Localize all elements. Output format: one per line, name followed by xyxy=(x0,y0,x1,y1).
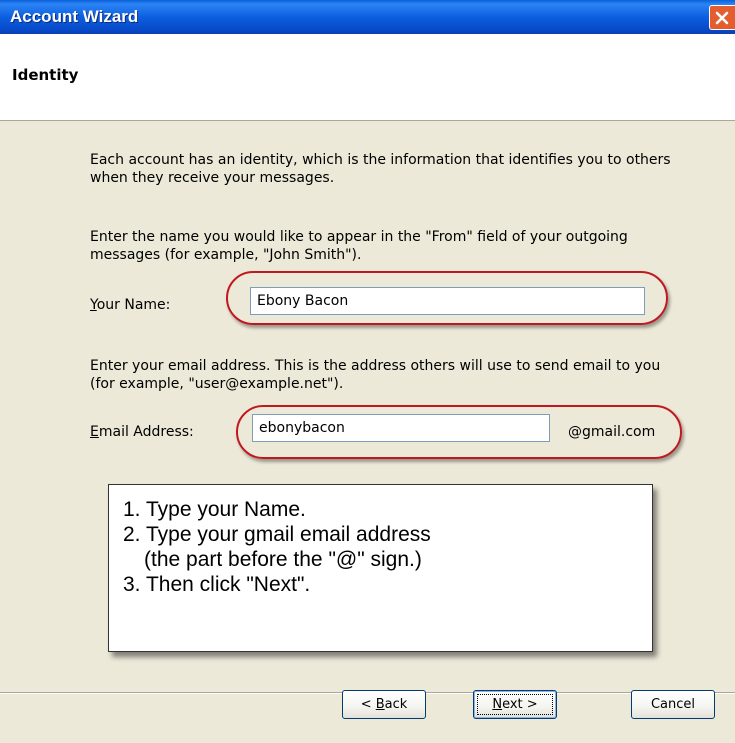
wizard-header: Identity xyxy=(0,34,735,121)
your-name-label: Your Name: xyxy=(90,297,170,313)
your-name-input[interactable]: Ebony Bacon xyxy=(250,287,645,315)
email-address-label-text: mail Address: xyxy=(98,424,194,440)
close-button[interactable] xyxy=(709,5,735,30)
email-domain-suffix: @gmail.com xyxy=(568,424,656,440)
focus-ring xyxy=(477,694,553,715)
instruction-line: 2. Type your gmail email address xyxy=(123,523,431,546)
email-address-label: Email Address: xyxy=(90,424,194,440)
close-icon xyxy=(715,11,729,25)
back-button[interactable]: < Back xyxy=(342,690,426,719)
name-description: Enter the name you would like to appear … xyxy=(90,229,628,263)
next-button[interactable]: Next > xyxy=(473,690,557,719)
page-title: Identity xyxy=(12,66,79,84)
instruction-line: 1. Type your Name. xyxy=(123,498,306,521)
back-button-label: ack xyxy=(384,697,408,712)
email-address-accel: E xyxy=(90,424,99,440)
account-wizard-window: Account Wizard Identity Each account has… xyxy=(0,0,735,743)
instructions-callout: 1. Type your Name. 2. Type your gmail em… xyxy=(108,484,653,652)
your-name-accel: Y xyxy=(90,297,97,313)
back-button-accel: B xyxy=(375,697,385,712)
instruction-line: 3. Then click "Next". xyxy=(123,573,311,596)
title-bar[interactable]: Account Wizard xyxy=(0,0,735,34)
window-title: Account Wizard xyxy=(10,7,139,26)
back-button-prefix: < xyxy=(360,697,376,712)
instruction-line: (the part before the "@" sign.) xyxy=(144,548,422,571)
cancel-button[interactable]: Cancel xyxy=(631,690,715,719)
intro-text: Each account has an identity, which is t… xyxy=(90,152,671,186)
email-address-input[interactable]: ebonybacon xyxy=(252,414,550,442)
email-description: Enter your email address. This is the ad… xyxy=(90,358,661,392)
your-name-label-text: our Name: xyxy=(96,297,171,313)
